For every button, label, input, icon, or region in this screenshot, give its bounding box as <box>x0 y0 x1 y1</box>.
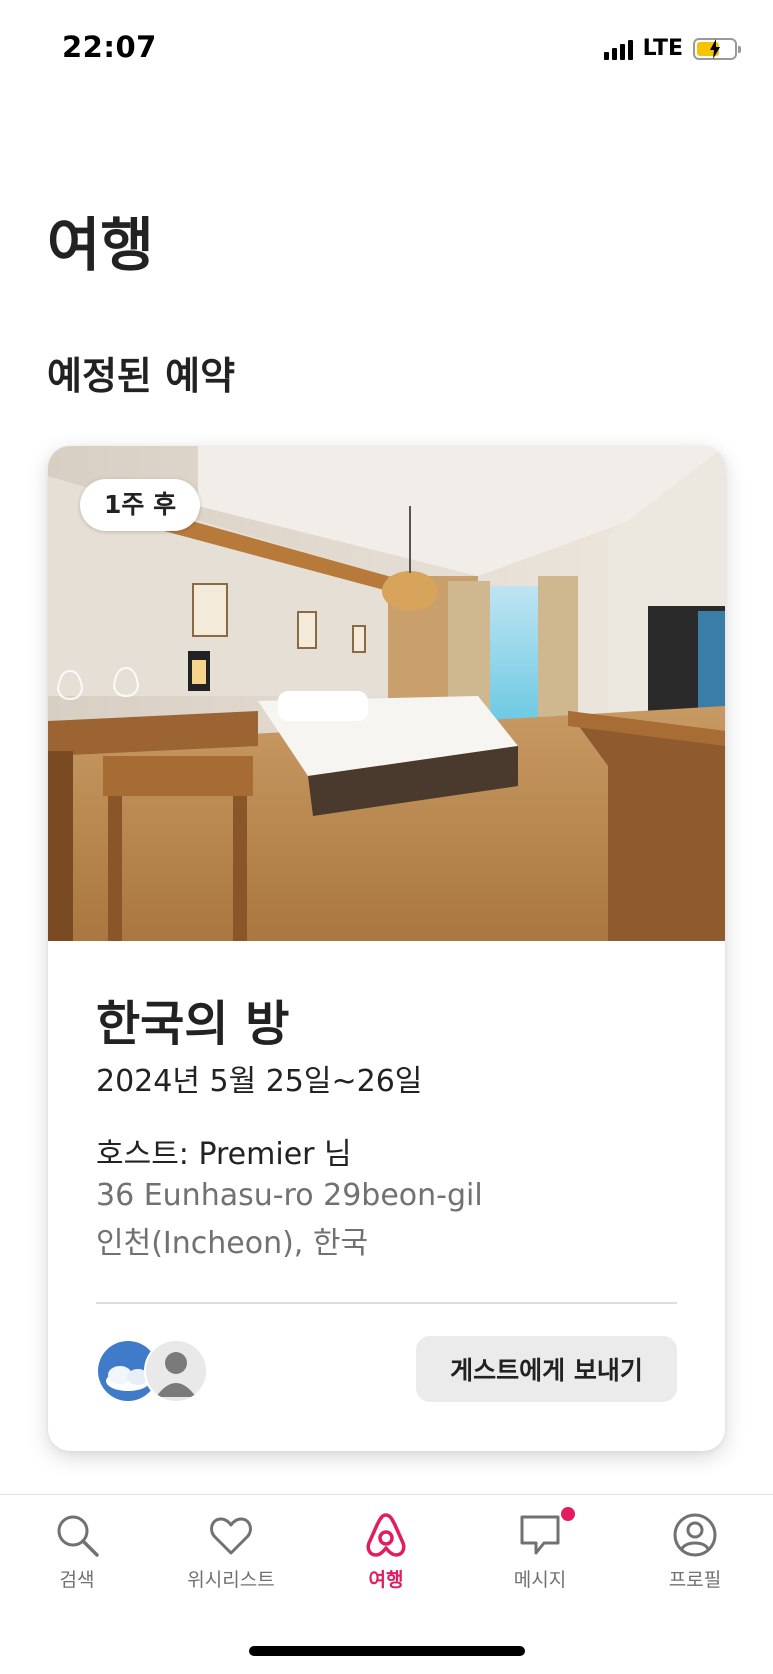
address-line-1: 36 Eunhasu-ro 29beon-gil <box>96 1178 483 1213</box>
battery-icon <box>693 37 741 60</box>
status-indicators: LTE <box>603 36 741 61</box>
reservation-dates: 2024년 5월 25일~26일 <box>96 1064 423 1099</box>
tab-profile[interactable]: 프로필 <box>630 1511 760 1592</box>
tab-label: 메시지 <box>513 1569 567 1591</box>
home-indicator <box>249 1646 525 1656</box>
send-to-guest-button[interactable]: 게스트에게 보내기 <box>416 1336 677 1402</box>
host-name: 호스트: Premier 님 <box>96 1137 352 1172</box>
tab-label: 프로필 <box>668 1569 722 1591</box>
trip-card[interactable]: 1주 후 한국의 방 2024년 5월 25일~26일 호스트: Premier… <box>48 446 725 1451</box>
tab-trips[interactable]: 여행 <box>321 1511 451 1592</box>
network-type: LTE <box>642 36 683 61</box>
section-title: 예정된 예약 <box>47 354 236 398</box>
tab-search[interactable]: 검색 <box>12 1511 142 1592</box>
page-title: 여행 <box>47 211 154 279</box>
search-icon <box>57 1515 99 1557</box>
participant-avatars[interactable] <box>96 1339 216 1403</box>
tab-wishlist[interactable]: 위시리스트 <box>166 1511 296 1592</box>
status-bar: 22:07 LTE <box>0 0 773 100</box>
tab-label: 위시리스트 <box>187 1569 275 1591</box>
guest-avatar[interactable] <box>144 1339 208 1403</box>
tab-messages[interactable]: 메시지 <box>475 1507 605 1592</box>
tab-label: 검색 <box>59 1569 95 1591</box>
airbnb-logo-icon <box>366 1513 406 1557</box>
message-icon <box>520 1515 560 1555</box>
signal-icon <box>603 38 633 60</box>
heart-icon <box>210 1517 252 1555</box>
time-until-badge: 1주 후 <box>80 479 201 531</box>
divider <box>96 1302 677 1304</box>
status-time: 22:07 <box>62 30 157 64</box>
tab-label: 여행 <box>368 1569 404 1591</box>
notification-dot <box>561 1507 575 1521</box>
address-line-2: 인천(Incheon), 한국 <box>96 1226 369 1261</box>
listing-name[interactable]: 한국의 방 <box>96 984 289 1054</box>
profile-icon <box>673 1513 717 1557</box>
